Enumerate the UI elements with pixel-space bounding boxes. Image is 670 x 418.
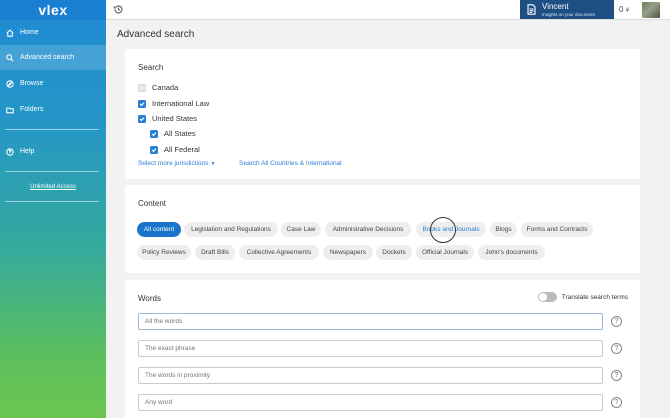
sidebar-item-advanced-search[interactable]: Advanced search xyxy=(0,45,106,70)
chip-legislation-and-regulations[interactable]: Legislation and Regulations xyxy=(184,222,278,237)
checkbox-checked[interactable] xyxy=(138,114,146,123)
translate-label: Translate search terms xyxy=(561,293,628,301)
sidebar-item-folders[interactable]: Folders xyxy=(0,97,106,122)
words-card: Words Translate search terms ? ? ? ? xyxy=(125,280,640,418)
chip-johns-documents[interactable]: John's documents xyxy=(478,245,545,260)
user-name: Vincent xyxy=(542,2,569,11)
words-in-proximity-input[interactable] xyxy=(138,367,603,384)
sidebar-divider xyxy=(5,129,99,130)
checkbox-unchecked[interactable] xyxy=(138,83,146,92)
sidebar-item-home[interactable]: Home xyxy=(0,20,106,45)
sidebar-item-label: Folders xyxy=(20,106,44,113)
content-section-title: Content xyxy=(138,199,167,208)
user-insights-box[interactable]: Vincent Insights on your document xyxy=(520,0,614,19)
select-more-jurisdictions-link[interactable]: Select more jurisdictions ▼ xyxy=(138,160,215,167)
jurisdiction-united-states[interactable]: United States xyxy=(138,114,197,123)
chip-case-law[interactable]: Case Law xyxy=(281,222,321,237)
translate-toggle[interactable] xyxy=(537,292,557,302)
jurisdiction-label: International Law xyxy=(152,99,210,108)
chip-forms-and-contracts[interactable]: Forms and Contracts xyxy=(521,222,593,237)
toggle-knob xyxy=(538,293,547,301)
sidebar-item-label: Advanced search xyxy=(20,54,75,61)
check-icon xyxy=(151,147,157,152)
all-the-words-input[interactable] xyxy=(138,313,603,330)
translate-toggle-group[interactable]: Translate search terms xyxy=(537,292,628,302)
checkbox-checked[interactable] xyxy=(150,129,158,138)
sidebar-item-label: Browse xyxy=(20,80,44,87)
chip-draft-bills[interactable]: Draft Bills xyxy=(195,245,235,260)
chip-all-content[interactable]: All content xyxy=(137,222,181,237)
chip-official-journals[interactable]: Official Journals xyxy=(416,245,474,260)
sidebar-divider xyxy=(5,171,99,172)
history-icon[interactable] xyxy=(113,4,124,15)
sidebar-item-label: Help xyxy=(20,148,35,155)
currency-symbol: ¥ xyxy=(625,8,630,14)
chip-administrative-decisions[interactable]: Administrative Decisions xyxy=(325,222,411,237)
search-card: Search Canada International Law United S… xyxy=(125,49,640,179)
jurisdiction-all-federal[interactable]: All Federal xyxy=(150,145,200,154)
cursor-highlight xyxy=(430,217,456,243)
check-icon xyxy=(139,101,145,106)
unlimited-access-link[interactable]: Unlimited Access xyxy=(0,184,106,190)
help-icon[interactable]: ? xyxy=(611,397,622,408)
search-all-countries-link[interactable]: Search All Countries & International xyxy=(239,160,342,167)
help-icon[interactable]: ? xyxy=(611,316,622,327)
sidebar: vlex Home Advanced search Browse Folders… xyxy=(0,0,106,418)
help-icon[interactable]: ? xyxy=(611,343,622,354)
help-circle-icon xyxy=(6,147,14,156)
avatar[interactable] xyxy=(642,2,660,18)
jurisdiction-label: United States xyxy=(152,114,198,123)
exact-phrase-input[interactable] xyxy=(138,340,603,357)
credits-value: 0 xyxy=(619,5,624,14)
sidebar-item-help[interactable]: Help xyxy=(0,139,106,164)
sidebar-item-browse[interactable]: Browse xyxy=(0,71,106,96)
jurisdiction-label: Canada xyxy=(152,83,179,92)
jurisdiction-international-law[interactable]: International Law xyxy=(138,99,209,108)
user-subtitle: Insights on your document xyxy=(542,12,595,17)
home-icon xyxy=(6,29,14,37)
chip-dockets[interactable]: Dockets xyxy=(376,245,412,260)
document-icon xyxy=(527,4,536,15)
checkbox-checked[interactable] xyxy=(150,145,158,154)
content-card: Content All content Legislation and Regu… xyxy=(125,185,640,273)
check-icon xyxy=(151,131,157,136)
link-label: Select more jurisdictions xyxy=(138,160,209,167)
any-word-input[interactable] xyxy=(138,394,603,411)
sidebar-divider xyxy=(5,201,99,202)
jurisdiction-label: All Federal xyxy=(164,145,200,154)
checkbox-checked[interactable] xyxy=(138,99,146,108)
chip-collective-agreements[interactable]: Collective Agreements xyxy=(239,245,319,260)
jurisdiction-label: All States xyxy=(164,129,196,138)
search-section-title: Search xyxy=(138,63,164,72)
page-title: Advanced search xyxy=(117,29,195,40)
help-icon[interactable]: ? xyxy=(611,370,622,381)
credits-counter[interactable]: 0 ¥ xyxy=(619,5,629,14)
vlex-logo[interactable]: vlex xyxy=(0,0,106,20)
chip-blogs[interactable]: Blogs xyxy=(490,222,517,237)
chip-newspapers[interactable]: Newspapers xyxy=(323,245,373,260)
compass-icon xyxy=(6,79,14,88)
caret-down-icon: ▼ xyxy=(210,161,216,167)
folder-icon xyxy=(6,106,14,114)
jurisdiction-all-states[interactable]: All States xyxy=(150,129,196,138)
top-bar: Vincent Insights on your document 0 ¥ xyxy=(106,0,670,20)
jurisdiction-canada[interactable]: Canada xyxy=(138,83,178,92)
search-icon xyxy=(6,53,14,62)
check-icon xyxy=(139,116,145,121)
sidebar-item-label: Home xyxy=(20,29,39,36)
chip-policy-reviews[interactable]: Policy Reviews xyxy=(137,245,191,260)
words-section-title: Words xyxy=(138,294,161,303)
